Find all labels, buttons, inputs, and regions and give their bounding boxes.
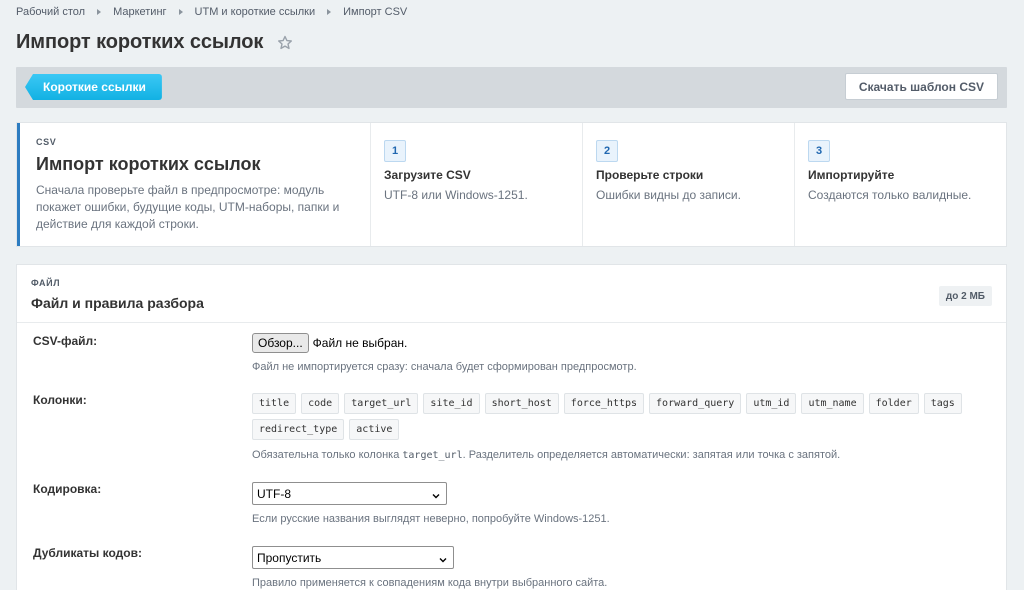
chevron-right-icon — [97, 9, 102, 15]
step-number: 3 — [808, 140, 830, 162]
title-row: Импорт коротких ссылок — [16, 31, 293, 54]
column-chip: short_host — [484, 393, 559, 414]
form-title: Файл и правила разбора — [31, 295, 204, 311]
breadcrumb-item-desktop[interactable]: Рабочий стол — [16, 6, 85, 18]
columns-hint-text-end: . Разделитель определяется автоматически… — [462, 449, 841, 461]
column-chip: tags — [923, 393, 962, 414]
step-review: 2 Проверьте строки Ошибки видны до запис… — [583, 123, 795, 246]
step-description: Ошибки видны до записи. — [596, 188, 741, 202]
form-kicker: ФАЙЛ — [31, 278, 61, 288]
breadcrumb-item-import[interactable]: Импорт CSV — [343, 6, 407, 18]
column-chip: active — [349, 419, 400, 440]
step-title: Загрузите CSV — [384, 168, 471, 182]
encoding-label: Кодировка: — [33, 482, 102, 496]
chevron-right-icon — [178, 9, 183, 15]
browse-button[interactable]: Обзор... — [252, 333, 309, 353]
column-chip: utm_id — [746, 393, 797, 414]
page-title: Импорт коротких ссылок — [16, 31, 264, 53]
intro-main: CSV Импорт коротких ссылок Сначала прове… — [17, 123, 371, 246]
csv-file-input[interactable]: Обзор... Файл не выбран. — [252, 333, 407, 353]
column-chip: forward_query — [649, 393, 742, 414]
column-chip: force_https — [563, 393, 645, 414]
duplicates-select-value: Пропустить — [257, 550, 322, 565]
column-chip: site_id — [423, 393, 480, 414]
chevron-right-icon — [327, 9, 332, 15]
chevron-down-icon — [439, 553, 447, 563]
step-description: Создаются только валидные. — [808, 188, 972, 202]
columns-hint-text: Обязательна только колонка — [252, 449, 403, 461]
step-import: 3 Импортируйте Создаются только валидные… — [795, 123, 1006, 246]
step-description: UTF-8 или Windows-1251. — [384, 188, 528, 202]
step-number: 2 — [596, 140, 618, 162]
duplicates-select[interactable]: Пропустить — [252, 546, 454, 569]
step-title: Проверьте строки — [596, 168, 704, 182]
form-header: ФАЙЛ Файл и правила разбора до 2 МБ — [17, 265, 1006, 323]
intro-card: CSV Импорт коротких ссылок Сначала прове… — [16, 122, 1007, 247]
step-title: Импортируйте — [808, 168, 895, 182]
duplicates-hint: Правило применяется к совпадениям кода в… — [252, 577, 608, 589]
intro-kicker: CSV — [36, 137, 57, 147]
encoding-hint: Если русские названия выглядят неверно, … — [252, 513, 610, 525]
step-upload: 1 Загрузите CSV UTF-8 или Windows-1251. — [371, 123, 583, 246]
columns-label: Колонки: — [33, 393, 87, 407]
breadcrumb-item-marketing[interactable]: Маркетинг — [113, 6, 166, 18]
toolbar: Короткие ссылки Скачать шаблон CSV — [16, 67, 1007, 108]
encoding-select[interactable]: UTF-8 — [252, 482, 447, 505]
column-chip: code — [301, 393, 340, 414]
csv-file-hint: Файл не импортируется сразу: сначала буд… — [252, 361, 637, 373]
column-chip: title — [252, 393, 297, 414]
form-card: ФАЙЛ Файл и правила разбора до 2 МБ CSV-… — [16, 264, 1007, 590]
column-chip: target_url — [344, 393, 419, 414]
download-template-button[interactable]: Скачать шаблон CSV — [844, 73, 998, 100]
back-to-short-links-button[interactable]: Короткие ссылки — [25, 74, 162, 100]
csv-file-label: CSV-файл: — [33, 334, 98, 348]
duplicates-label: Дубликаты кодов: — [33, 546, 142, 560]
star-icon[interactable] — [277, 35, 293, 51]
breadcrumb-item-utm[interactable]: UTM и короткие ссылки — [195, 6, 316, 18]
columns-chip-list: title code target_url site_id short_host forc… — [252, 393, 992, 445]
size-limit-badge: до 2 МБ — [938, 286, 992, 306]
step-number: 1 — [384, 140, 406, 162]
column-chip: folder — [868, 393, 919, 414]
file-status: Файл не выбран. — [312, 336, 408, 350]
encoding-select-value: UTF-8 — [257, 486, 291, 501]
chevron-down-icon — [432, 489, 440, 499]
intro-title: Импорт коротких ссылок — [36, 154, 261, 174]
columns-hint-code: target_url — [402, 450, 463, 461]
column-chip: redirect_type — [252, 419, 345, 440]
columns-hint: Обязательна только колонка target_url. Р… — [252, 449, 840, 461]
intro-description: Сначала проверьте файл в предпросмотре: … — [36, 183, 340, 231]
column-chip: utm_name — [801, 393, 864, 414]
breadcrumb: Рабочий стол Маркетинг UTM и короткие сс… — [16, 5, 407, 19]
